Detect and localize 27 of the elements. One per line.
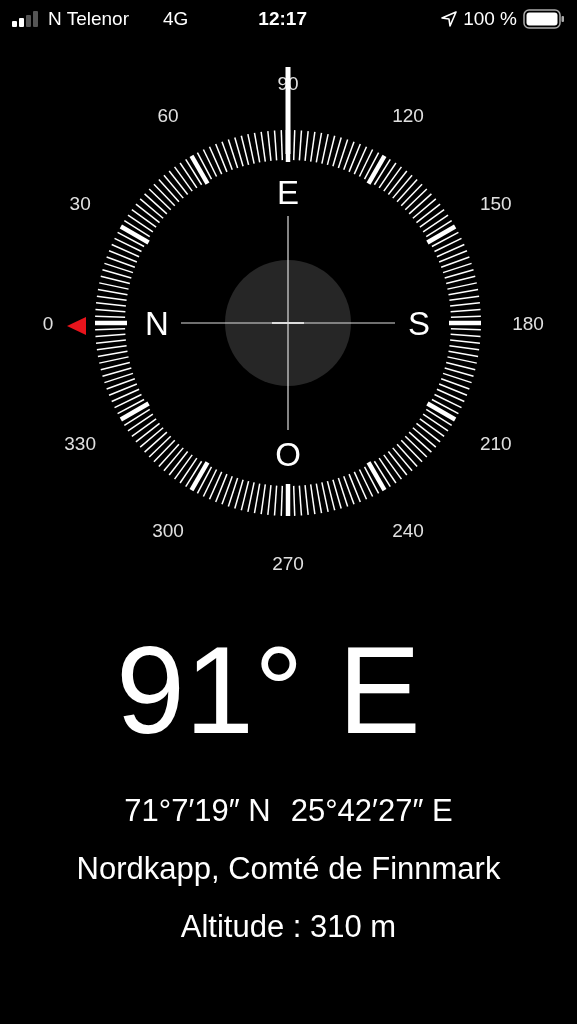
degree-label: 0	[42, 312, 54, 334]
degree-label: 240	[392, 520, 424, 542]
longitude-text: 25°42′27″ E	[290, 794, 453, 828]
degree-label: 180	[512, 312, 544, 334]
cardinal-letter: N	[145, 304, 169, 342]
degree-label: 30	[69, 192, 91, 214]
degree-label: 120	[392, 104, 424, 126]
cardinal-letter: O	[275, 435, 301, 473]
network-type: 4G	[163, 6, 189, 31]
altitude-text: Altitude : 310 m	[179, 910, 398, 944]
location-arrow-icon	[441, 11, 458, 27]
clock-time: 12:17	[258, 6, 307, 31]
carrier-name: N Telenor	[48, 6, 130, 31]
degree-label: 300	[152, 520, 184, 542]
degree-label: 210	[480, 432, 512, 454]
degree-label: 60	[157, 104, 179, 126]
location-name: Nordkapp, Comté de Finnmark	[75, 852, 502, 886]
heading-reading: 91° E	[115, 628, 422, 752]
degree-label: 270	[272, 552, 304, 574]
battery-percent: 100 %	[463, 6, 517, 31]
latitude-text: 71°7′19″ N	[124, 794, 271, 828]
battery-icon	[523, 9, 565, 29]
north-marker-icon	[67, 317, 86, 335]
degree-label: 150	[480, 192, 512, 214]
degree-label: 330	[64, 432, 96, 454]
cardinal-letter: S	[408, 304, 430, 342]
cardinal-letter: E	[277, 173, 299, 211]
